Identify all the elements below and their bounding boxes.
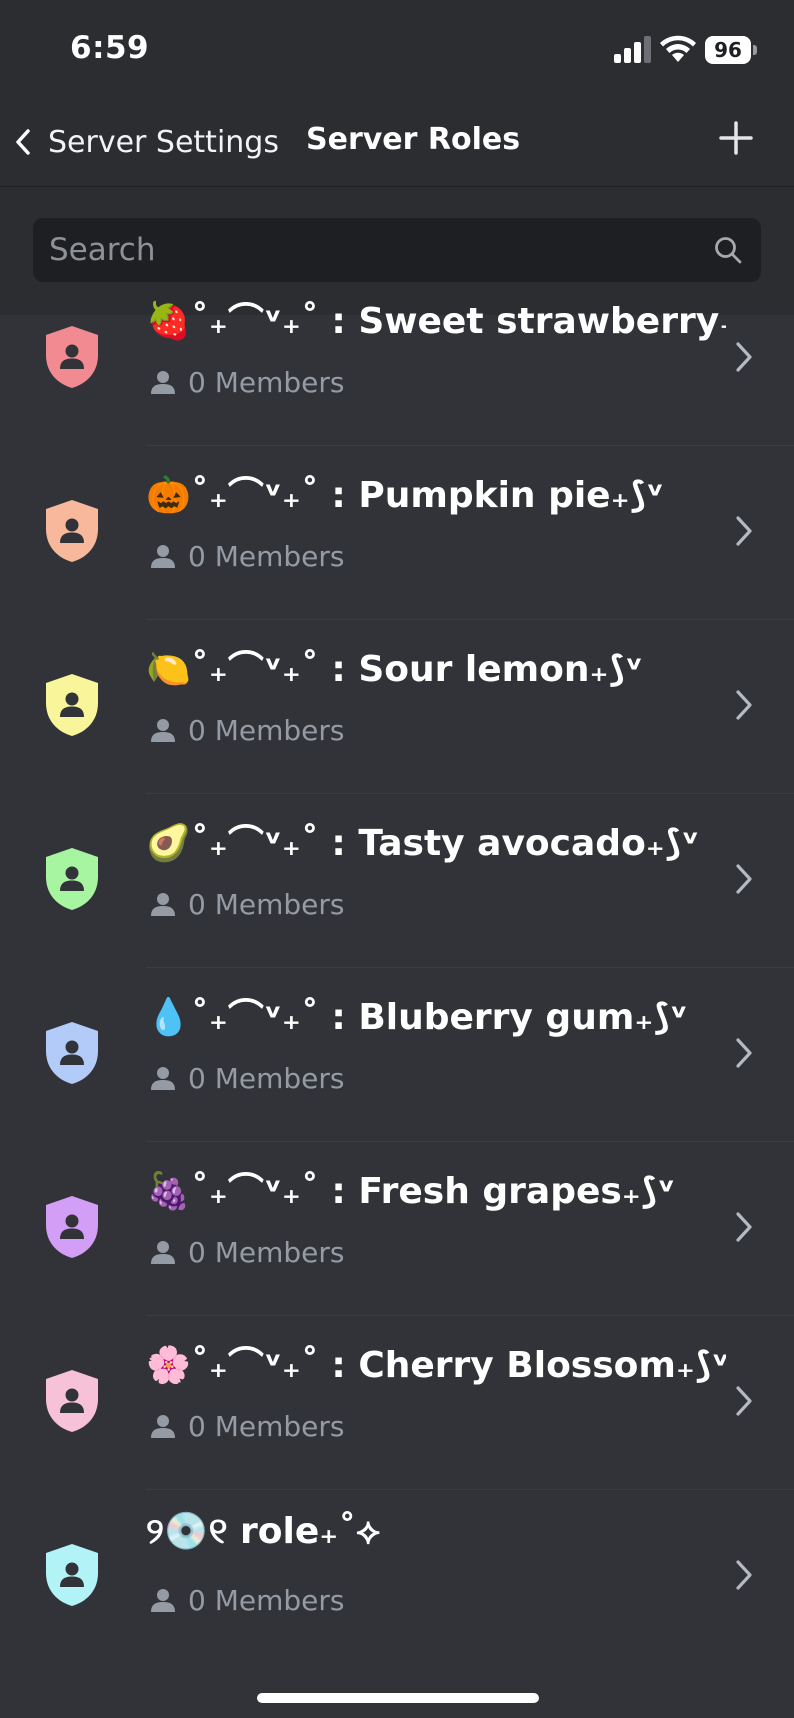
person-icon: [151, 545, 175, 568]
home-indicator: [257, 1693, 539, 1703]
members-count: 0 Members: [188, 713, 345, 747]
battery-indicator: 96: [705, 36, 759, 64]
role-shield-icon: [46, 848, 98, 910]
role-shield-icon: [46, 1196, 98, 1258]
role-shield-icon: [46, 326, 98, 388]
role-row[interactable]: 🍋˚₊⌒ᵛ₊˚ : Sour lemon₊⟆ᵛ 0 Members: [0, 620, 794, 794]
role-shield-icon: [46, 1544, 98, 1606]
person-icon: [151, 1067, 175, 1090]
person-icon: [151, 1241, 175, 1264]
chevron-left-icon: [16, 129, 30, 155]
plus-icon[interactable]: [716, 118, 756, 158]
role-name: 💧˚₊⌒ᵛ₊˚ : Bluberry gum₊⟆ᵛ: [146, 997, 688, 1038]
chevron-right-icon: [736, 1038, 752, 1068]
members-count: 0 Members: [188, 1409, 345, 1443]
chevron-right-icon: [736, 690, 752, 720]
role-row[interactable]: 🌸˚₊⌒ᵛ₊˚ : Cherry Blossom₊⟆ᵛ 0 Members: [0, 1316, 794, 1490]
role-members: 0 Members: [150, 1582, 344, 1618]
wifi-icon: [660, 35, 696, 62]
members-count: 0 Members: [188, 887, 345, 921]
role-row[interactable]: 🍓˚₊⌒ᵛ₊˚ : Sweet strawberry₊⟆ᵛ 0 Members: [0, 286, 794, 446]
role-members: 0 Members: [150, 364, 344, 400]
role-members: 0 Members: [150, 886, 344, 922]
chevron-right-icon: [736, 516, 752, 546]
role-shield-icon: [46, 1370, 98, 1432]
chevron-right-icon: [736, 342, 752, 372]
role-row[interactable]: ୨💿୧ role₊˚⟡ 0 Members: [0, 1490, 794, 1664]
role-name: 🎃˚₊⌒ᵛ₊˚ : Pumpkin pie₊⟆ᵛ: [146, 475, 665, 516]
role-row[interactable]: 🎃˚₊⌒ᵛ₊˚ : Pumpkin pie₊⟆ᵛ 0 Members: [0, 446, 794, 620]
members-count: 0 Members: [188, 365, 345, 399]
role-members: 0 Members: [150, 712, 344, 748]
role-name: 🌸˚₊⌒ᵛ₊˚ : Cherry Blossom₊⟆ᵛ: [146, 1345, 726, 1386]
chevron-right-icon: [736, 1386, 752, 1416]
role-row[interactable]: 💧˚₊⌒ᵛ₊˚ : Bluberry gum₊⟆ᵛ 0 Members: [0, 968, 794, 1142]
back-button[interactable]: Server Settings: [10, 116, 279, 168]
members-count: 0 Members: [188, 1061, 345, 1095]
back-label: Server Settings: [48, 124, 279, 160]
role-members: 0 Members: [150, 1408, 344, 1444]
chevron-right-icon: [736, 864, 752, 894]
search-box[interactable]: [33, 218, 761, 282]
chevron-right-icon: [736, 1212, 752, 1242]
person-icon: [151, 719, 175, 742]
role-members: 0 Members: [150, 1060, 344, 1096]
person-icon: [151, 893, 175, 916]
members-count: 0 Members: [188, 1583, 345, 1617]
search-input[interactable]: [33, 218, 709, 282]
status-time: 6:59: [70, 30, 150, 66]
cellular-signal-icon: [614, 36, 651, 63]
role-row[interactable]: 🍇˚₊⌒ᵛ₊˚ : Fresh grapes₊⟆ᵛ 0 Members: [0, 1142, 794, 1316]
role-list: 🍓˚₊⌒ᵛ₊˚ : Sweet strawberry₊⟆ᵛ 0 Members 🎃˚…: [0, 286, 794, 1666]
role-name: 🍋˚₊⌒ᵛ₊˚ : Sour lemon₊⟆ᵛ: [146, 649, 644, 690]
role-name: 🍇˚₊⌒ᵛ₊˚ : Fresh grapes₊⟆ᵛ: [146, 1171, 676, 1212]
members-count: 0 Members: [188, 1235, 345, 1269]
role-name: ୨💿୧ role₊˚⟡: [146, 1511, 381, 1552]
page-title: Server Roles: [306, 122, 521, 157]
members-count: 0 Members: [188, 539, 345, 573]
search-icon: [715, 237, 742, 264]
status-bar: 6:59 96: [0, 0, 794, 100]
role-shield-icon: [46, 674, 98, 736]
role-shield-icon: [46, 1022, 98, 1084]
role-name: 🍓˚₊⌒ᵛ₊˚ : Sweet strawberry₊⟆ᵛ: [146, 301, 726, 342]
role-shield-icon: [46, 500, 98, 562]
role-members: 0 Members: [150, 1234, 344, 1270]
battery-tip: [753, 45, 757, 55]
role-name: 🥑˚₊⌒ᵛ₊˚ : Tasty avocado₊⟆ᵛ: [146, 823, 700, 864]
person-icon: [151, 1589, 175, 1612]
role-members: 0 Members: [150, 538, 344, 574]
person-icon: [151, 371, 175, 394]
role-row[interactable]: 🥑˚₊⌒ᵛ₊˚ : Tasty avocado₊⟆ᵛ 0 Members: [0, 794, 794, 968]
person-icon: [151, 1415, 175, 1438]
battery-level: 96: [714, 38, 742, 62]
chevron-right-icon: [736, 1560, 752, 1590]
